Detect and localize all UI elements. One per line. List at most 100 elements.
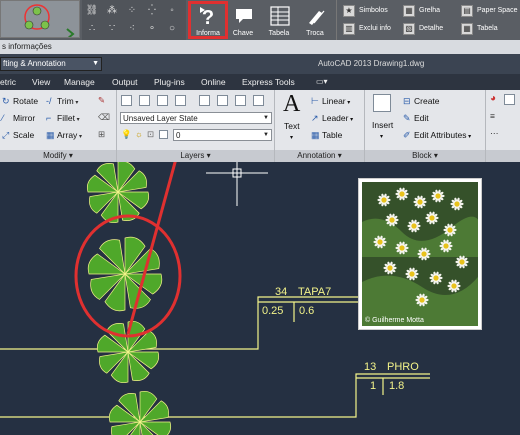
plant-photo: © Guilherme Motta xyxy=(362,182,478,326)
layer-properties-icon[interactable] xyxy=(121,95,132,106)
troca-button[interactable]: Troca xyxy=(296,2,334,38)
troca-label: Troca xyxy=(306,30,324,37)
pencil-icon[interactable]: ✎ xyxy=(98,95,105,106)
circle-icon[interactable]: ○ xyxy=(165,22,179,36)
text-button[interactable]: Text ▾ xyxy=(284,121,300,141)
star-icon: ★ xyxy=(343,5,355,17)
insert-block-icon[interactable] xyxy=(373,94,391,112)
fillet-label: Fillet xyxy=(57,113,75,123)
chevron-down-icon: ▼ xyxy=(92,60,99,67)
block-panel-title[interactable]: Block ▾ xyxy=(365,150,485,162)
dots-icon[interactable]: ⁛ xyxy=(145,4,159,18)
workspace-dropdown[interactable]: fting & Annotation ▼ xyxy=(0,57,102,71)
text-label: Text xyxy=(284,121,300,131)
speech-bubble-icon xyxy=(236,9,252,23)
grelha-label: Grelha xyxy=(419,7,441,14)
edit-block-button[interactable]: ✎ Edit xyxy=(403,113,429,124)
chain-icon[interactable]: ⛓ xyxy=(85,4,99,18)
trim-label: Trim xyxy=(57,96,74,106)
text-icon[interactable]: A xyxy=(283,91,300,118)
tab-parametric[interactable]: etric xyxy=(0,74,16,90)
color-swatch-icon[interactable] xyxy=(504,94,515,105)
layer-freeze-icon[interactable] xyxy=(175,95,186,106)
chave-button[interactable]: Chave xyxy=(224,2,262,38)
layers-panel-title[interactable]: Layers ▾ xyxy=(117,150,274,162)
linear-dimension-icon: ⊢ xyxy=(311,96,319,106)
tabela-small-button[interactable]: ▦ Tabela xyxy=(459,21,520,37)
paper-space-label: Paper Space xyxy=(477,7,518,14)
chevron-down-icon: ▼ xyxy=(263,132,269,138)
edit-block-icon: ✎ xyxy=(403,113,411,123)
exclui-info-button[interactable]: ▥ Exclui info xyxy=(341,21,401,37)
tabela-button[interactable]: Tabela xyxy=(260,2,298,38)
rotate-icon: ↻ xyxy=(2,96,10,106)
tab-plug-ins[interactable]: Plug-ins xyxy=(154,74,185,90)
plant-label-value-2a: 1 xyxy=(370,380,377,392)
layer-on-icon[interactable] xyxy=(199,95,210,106)
properties-panel-title[interactable] xyxy=(486,150,520,162)
erase-icon[interactable]: ⌫ xyxy=(98,112,110,123)
layer-state-dropdown[interactable]: Unsaved Layer State ▼ xyxy=(120,112,272,124)
paper-space-button[interactable]: ▤ Paper Space xyxy=(459,3,520,19)
scale-button[interactable]: ⤢ Scale xyxy=(2,130,34,141)
create-block-button[interactable]: ⊟ Create xyxy=(403,96,440,107)
tab-online[interactable]: Online xyxy=(201,74,226,90)
current-layer-dropdown[interactable]: 0 ▼ xyxy=(173,129,272,141)
tab-express-tools[interactable]: Express Tools xyxy=(242,74,295,90)
leader-button[interactable]: ↗ Leader ▾ xyxy=(311,113,353,124)
chave-label: Chave xyxy=(232,30,254,37)
mirror-label: Mirror xyxy=(13,113,36,123)
lineweight-icon[interactable]: ≡ xyxy=(490,111,495,121)
scale-label: Scale xyxy=(13,130,35,140)
exclui-info-label: Exclui info xyxy=(359,25,391,32)
plant-label-value-1a: 0.25 xyxy=(262,305,284,317)
edit-attributes-button[interactable]: ✐ Edit Attributes ▾ xyxy=(403,130,471,141)
annotation-panel-title[interactable]: Annotation ▾ xyxy=(275,150,364,162)
grelha-button[interactable]: ▦ Grelha xyxy=(401,3,459,19)
branch-icon[interactable]: ⁘ xyxy=(125,4,139,18)
nodes-icon[interactable]: ⁂ xyxy=(105,4,119,18)
ribbon-toggle-icon[interactable]: ▭▾ xyxy=(316,74,328,90)
rotate-button[interactable]: ↻ Rotate xyxy=(2,96,38,107)
layer-lock-icon[interactable] xyxy=(217,95,228,106)
info-text: s informações xyxy=(2,42,52,51)
preview-thumbnail[interactable] xyxy=(0,0,80,38)
linear-button[interactable]: ⊢ Linear ▾ xyxy=(311,96,350,107)
mirror-button[interactable]: ⁄ Mirror xyxy=(2,113,35,123)
move-icon[interactable]: ⊞ xyxy=(98,129,105,140)
scatter-icon[interactable]: ∴ xyxy=(85,22,99,36)
sun-icon[interactable]: ☼ xyxy=(135,129,143,139)
fillet-button[interactable]: ⌐ Fillet ▾ xyxy=(46,113,80,123)
color-wheel-icon[interactable]: ◕ xyxy=(490,93,496,104)
layer-walk-icon[interactable] xyxy=(253,95,264,106)
workspace-value: fting & Annotation xyxy=(3,59,66,68)
layer-state-icon[interactable] xyxy=(139,95,150,106)
array-button[interactable]: ▦ Array ▾ xyxy=(46,130,82,141)
tab-manage[interactable]: Manage xyxy=(64,74,95,90)
lock-icon[interactable]: ⊡ xyxy=(147,129,154,140)
simbolos-button[interactable]: ★ Simbolos xyxy=(341,3,401,19)
rotate-label: Rotate xyxy=(13,96,39,106)
create-label: Create xyxy=(414,96,440,106)
tab-output[interactable]: Output xyxy=(112,74,138,90)
point-icon[interactable]: ∘ xyxy=(145,22,159,36)
linetype-icon[interactable]: ⋯ xyxy=(490,128,499,139)
lightbulb-icon[interactable]: 💡 xyxy=(121,129,132,140)
plant-photo-frame[interactable]: © Guilherme Motta xyxy=(358,178,482,330)
table-button[interactable]: ▦ Table xyxy=(311,130,342,141)
layer-iso-icon[interactable] xyxy=(157,95,168,106)
color-swatch-icon[interactable] xyxy=(159,130,168,139)
scatter-alt-icon[interactable]: ∵ xyxy=(105,22,119,36)
cluster-icon[interactable]: ⁖ xyxy=(125,22,139,36)
insert-button[interactable]: Insert ▾ xyxy=(372,120,393,140)
trim-button[interactable]: -/Trim ▾ xyxy=(46,96,78,106)
plant-label-code-1: 34 xyxy=(275,286,288,298)
modify-panel-title[interactable]: Modify ▾ xyxy=(0,150,116,162)
detalhe-button[interactable]: ▧ Detalhe xyxy=(401,21,459,37)
layer-match-icon[interactable] xyxy=(235,95,246,106)
info-bar: s informações xyxy=(0,40,520,54)
tab-view[interactable]: View xyxy=(32,74,50,90)
table-icon xyxy=(270,6,290,26)
pin-icon[interactable]: ◦ xyxy=(165,4,179,18)
plant-label-value-1b: 0.6 xyxy=(299,305,315,317)
